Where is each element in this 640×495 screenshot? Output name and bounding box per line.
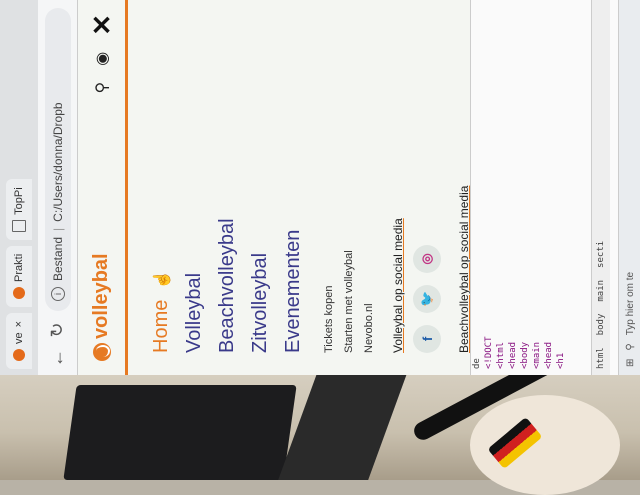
url-field[interactable]: i Bestand | C:/Users/donna/Dropb bbox=[44, 8, 71, 311]
crumb-main[interactable]: main bbox=[596, 280, 606, 302]
menu-item-volleybal[interactable]: Volleybal bbox=[183, 23, 206, 353]
logo-text: volleybal bbox=[90, 253, 112, 339]
header-icons: ⚲ ◉ ✕ bbox=[87, 14, 117, 94]
browser-tab-2[interactable]: Prakti bbox=[6, 245, 32, 307]
url-path: C:/Users/donna/Dropb bbox=[50, 102, 65, 222]
monitor: ve × Prakti TopPi ← ↻ i Bestand | C:/Use… bbox=[0, 0, 640, 375]
url-separator: | bbox=[50, 227, 65, 231]
code-text: <html bbox=[496, 341, 506, 369]
search-icon[interactable]: ⚲ bbox=[92, 82, 112, 94]
tab-label: ve bbox=[13, 332, 25, 344]
browser-tab-1[interactable]: ve × bbox=[6, 312, 32, 369]
crumb-body[interactable]: body bbox=[596, 314, 606, 336]
page-header: volleybal ⚲ ◉ ✕ bbox=[78, 0, 128, 375]
screen: ve × Prakti TopPi ← ↻ i Bestand | C:/Use… bbox=[0, 0, 640, 375]
devtools-breadcrumbs: html body main secti bbox=[591, 0, 610, 375]
nav-menu: Home ☝ Volleybal Beachvolleybal Zitvolle… bbox=[150, 23, 511, 353]
tab-label: TopPi bbox=[13, 187, 25, 215]
twitter-icon[interactable]: 🐦 bbox=[413, 285, 441, 313]
code-text: <!DOCT bbox=[484, 336, 494, 369]
crumb-section[interactable]: secti bbox=[596, 241, 606, 268]
user-icon[interactable]: ◉ bbox=[92, 52, 112, 66]
code-line: <head bbox=[507, 0, 519, 375]
tab-bar: ve × Prakti TopPi bbox=[0, 0, 38, 375]
close-menu-icon[interactable]: ✕ bbox=[87, 14, 117, 36]
volleybal-favicon-icon bbox=[13, 349, 25, 361]
back-arrow-icon[interactable]: ← bbox=[47, 349, 68, 367]
taskbar: ⊞ ⚲ Typ hier om te bbox=[618, 0, 640, 375]
volleybal-favicon-icon bbox=[13, 286, 25, 299]
instagram-icon[interactable]: ◎ bbox=[413, 245, 441, 273]
close-icon[interactable]: × bbox=[13, 321, 25, 327]
devtools-tab-label: de bbox=[472, 358, 482, 369]
laptop-background bbox=[63, 385, 297, 480]
devtools-tab[interactable]: de bbox=[471, 0, 483, 375]
link-nevobo[interactable]: Nevobo.nl bbox=[363, 23, 375, 353]
menu-item-home[interactable]: Home bbox=[150, 300, 173, 353]
code-text: <body bbox=[520, 341, 530, 369]
social-title-beachvolleybal: Beachvolleybal op social media bbox=[457, 185, 471, 353]
reload-icon[interactable]: ↻ bbox=[47, 321, 68, 339]
search-icon: ⚲ bbox=[624, 343, 636, 351]
devtools-panel: de <!DOCT <html <head <body <main <head … bbox=[470, 0, 640, 375]
code-line: <body bbox=[519, 0, 531, 375]
facebook-icon[interactable]: f bbox=[413, 325, 441, 353]
link-starten[interactable]: Starten met volleybal bbox=[343, 23, 355, 353]
social-title-volleybal: Volleybal op social media bbox=[391, 218, 405, 353]
url-prefix: Bestand bbox=[50, 236, 65, 281]
code-text: <main bbox=[532, 341, 542, 369]
volleyball-icon bbox=[92, 343, 111, 361]
code-text: <h1 bbox=[556, 352, 566, 369]
code-line: <html bbox=[495, 0, 507, 375]
code-text: <head bbox=[544, 341, 554, 369]
crumb-html[interactable]: html bbox=[596, 347, 606, 369]
info-icon[interactable]: i bbox=[50, 287, 65, 301]
windows-icon[interactable]: ⊞ bbox=[625, 359, 636, 367]
link-tickets[interactable]: Tickets kopen bbox=[323, 23, 335, 353]
menu-item-evenementen[interactable]: Evenementen bbox=[282, 23, 305, 353]
menu-item-zitvolleybal[interactable]: Zitvolleybal bbox=[249, 23, 272, 353]
tab-label: Prakti bbox=[13, 253, 25, 282]
taskbar-search[interactable]: Typ hier om te bbox=[625, 272, 636, 335]
submenu: Tickets kopen Starten met volleybal Nevo… bbox=[323, 23, 375, 353]
code-text: <head bbox=[508, 341, 518, 369]
site-logo[interactable]: volleybal bbox=[90, 253, 113, 361]
pointer-hand-icon: ☝ bbox=[153, 269, 171, 290]
code-line: <main bbox=[531, 0, 543, 375]
code-line: <!DOCT bbox=[483, 0, 495, 375]
browser-tab-3[interactable]: TopPi bbox=[6, 179, 32, 240]
code-line: <head bbox=[543, 0, 555, 375]
document-icon bbox=[12, 219, 26, 232]
social-row-volleybal: f 🐦 ◎ bbox=[413, 23, 441, 353]
code-line: <h1 bbox=[555, 0, 567, 375]
menu-item-beachvolleybal[interactable]: Beachvolleybal bbox=[216, 23, 239, 353]
address-bar: ← ↻ i Bestand | C:/Users/donna/Dropb bbox=[38, 0, 78, 375]
menu-home-row: Home ☝ bbox=[150, 23, 173, 353]
